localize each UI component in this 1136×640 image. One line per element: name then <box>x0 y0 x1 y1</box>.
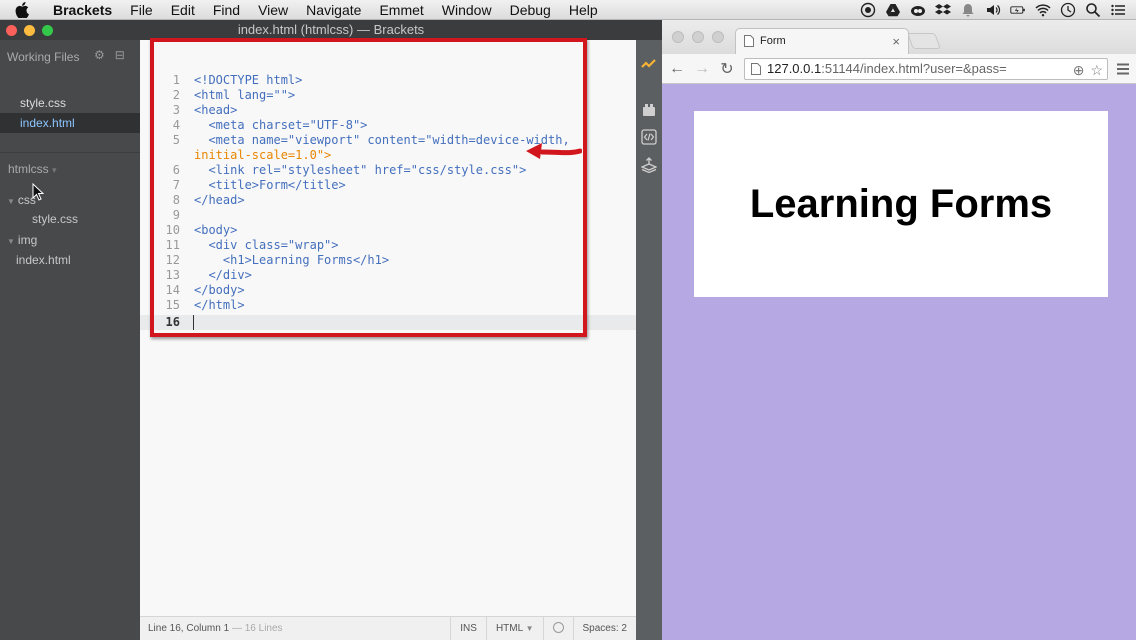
linter-status[interactable] <box>542 616 573 640</box>
working-files-label: Working Files <box>7 50 80 64</box>
page-viewport: Learning Forms <box>662 85 1136 640</box>
spotlight-search-icon[interactable] <box>1085 2 1101 18</box>
tab-title: Form <box>760 35 786 47</box>
tree-folder-img[interactable]: ▼ img <box>7 232 37 250</box>
menu-file[interactable]: File <box>121 0 162 20</box>
working-file-index-html[interactable]: index.html <box>0 113 140 133</box>
window-title: index.html (htmlcss) — Brackets <box>237 22 425 37</box>
menu-edit[interactable]: Edit <box>162 0 204 20</box>
app-menu[interactable]: Brackets <box>44 0 121 20</box>
page-info-icon <box>751 63 761 75</box>
folder-open-triangle-icon: ▼ <box>7 197 15 206</box>
creative-cloud-icon[interactable] <box>910 2 926 18</box>
zoom-window-button[interactable] <box>712 31 724 43</box>
dropbox-sync-icon[interactable] <box>935 2 951 18</box>
right-toolbar <box>636 40 662 640</box>
tree-file-style-css[interactable]: style.css <box>32 211 78 227</box>
menu-bar: Brackets File Edit Find View Navigate Em… <box>0 0 1136 20</box>
linter-circle-icon <box>552 622 564 634</box>
sidebar: Working Files ⚙ ⊟ style.css index.html h… <box>0 40 140 640</box>
new-tab-button[interactable] <box>907 33 941 49</box>
menu-find[interactable]: Find <box>204 0 249 20</box>
folder-open-triangle-icon: ▼ <box>7 237 15 246</box>
cursor-position: Line 16, Column 1 <box>148 623 230 634</box>
close-tab-icon[interactable]: × <box>892 29 900 54</box>
status-menu-icons <box>860 0 1126 20</box>
chevron-down-icon: ▼ <box>525 623 534 633</box>
line-count: — 16 Lines <box>231 623 283 634</box>
zoom-window-button[interactable] <box>42 25 53 36</box>
browser-window: Form × ← → ↻ 127.0.0.1:51144/index.html?… <box>662 20 1136 640</box>
menu-navigate[interactable]: Navigate <box>297 0 370 20</box>
battery-icon[interactable] <box>1010 2 1026 18</box>
notification-bell-icon[interactable] <box>960 2 976 18</box>
layers-icon[interactable] <box>640 157 658 174</box>
split-view-icon[interactable]: ⊟ <box>115 48 125 62</box>
back-arrow-icon[interactable]: ← <box>667 59 687 79</box>
bookmark-star-icon[interactable]: ☆ <box>1090 60 1103 80</box>
menu-help[interactable]: Help <box>560 0 607 20</box>
browser-toolbar: ← → ↻ 127.0.0.1:51144/index.html?user=&p… <box>662 54 1136 84</box>
project-dropdown[interactable]: htmlcss ▾ <box>8 162 57 176</box>
apple-menu-icon[interactable] <box>0 1 44 18</box>
insert-mode-toggle[interactable]: INS <box>450 616 486 640</box>
menu-debug[interactable]: Debug <box>501 0 560 20</box>
gear-icon[interactable]: ⚙ <box>94 48 105 62</box>
tree-folder-label: img <box>17 233 38 247</box>
tab-form[interactable]: Form × <box>735 28 909 54</box>
volume-icon[interactable] <box>985 2 1001 18</box>
code-view-icon[interactable] <box>641 129 657 145</box>
zoom-magnifier-icon[interactable]: ⊕ <box>1073 60 1085 80</box>
extension-manager-icon[interactable] <box>641 102 657 118</box>
language-selector[interactable]: HTML ▼ <box>485 616 543 640</box>
live-preview-icon[interactable] <box>641 56 657 72</box>
menu-window[interactable]: Window <box>433 0 501 20</box>
tree-file-index-html[interactable]: index.html <box>16 252 71 268</box>
url-host: 127.0.0.1 <box>767 61 822 76</box>
editor-status-bar: Line 16, Column 1 — 16 Lines INS HTML ▼ … <box>140 616 636 640</box>
reload-icon[interactable]: ↻ <box>717 59 737 79</box>
menu-emmet[interactable]: Emmet <box>370 0 432 20</box>
close-window-button[interactable] <box>6 25 17 36</box>
menu-view[interactable]: View <box>249 0 297 20</box>
wifi-icon[interactable] <box>1035 2 1051 18</box>
address-bar[interactable]: 127.0.0.1:51144/index.html?user=&pass= ⊕… <box>744 58 1108 80</box>
brackets-title-bar: index.html (htmlcss) — Brackets <box>0 20 662 40</box>
mouse-pointer-icon <box>32 183 44 201</box>
indent-setting[interactable]: Spaces: 2 <box>572 616 636 640</box>
minimize-window-button[interactable] <box>24 25 35 36</box>
record-icon[interactable] <box>860 2 876 18</box>
wrap-container: Learning Forms <box>694 111 1108 297</box>
notification-center-icon[interactable] <box>1110 2 1126 18</box>
red-arrow-icon <box>526 143 582 159</box>
highlight-box <box>150 38 587 337</box>
minimize-window-button[interactable] <box>692 31 704 43</box>
sidebar-divider <box>0 152 140 153</box>
working-file-style-css[interactable]: style.css <box>0 93 140 113</box>
forward-arrow-icon[interactable]: → <box>692 59 712 79</box>
language-label: HTML <box>495 622 523 634</box>
browser-tab-strip: Form × <box>662 20 1136 54</box>
google-drive-icon[interactable] <box>885 2 901 18</box>
page-heading: Learning Forms <box>749 181 1053 226</box>
project-name: htmlcss <box>8 162 49 176</box>
document-icon <box>744 35 754 47</box>
url-path: :51144/index.html?user=&pass= <box>821 61 1007 76</box>
clock-icon[interactable] <box>1060 2 1076 18</box>
close-window-button[interactable] <box>672 31 684 43</box>
hamburger-menu-icon[interactable] <box>1116 62 1130 76</box>
